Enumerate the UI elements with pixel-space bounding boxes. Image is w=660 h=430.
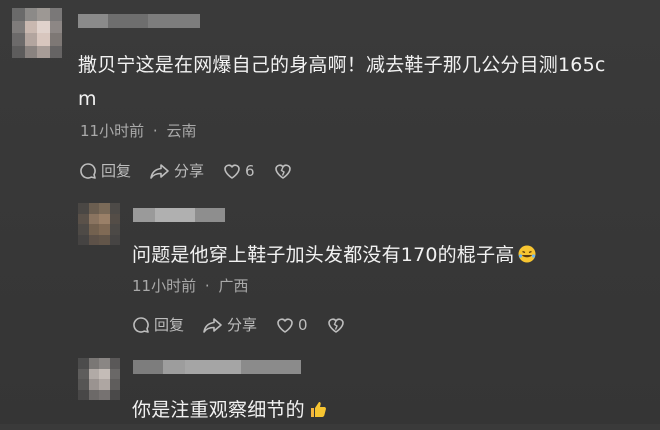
like-count: 6 bbox=[245, 161, 255, 180]
comment-text: 问题是他穿上鞋子加头发都没有170的棍子高 bbox=[132, 238, 652, 275]
meta-separator: · bbox=[204, 277, 210, 295]
username[interactable] bbox=[133, 208, 225, 222]
comment-bubble-icon bbox=[80, 162, 96, 179]
dislike-button[interactable] bbox=[273, 161, 296, 181]
share-label: 分享 bbox=[174, 162, 205, 180]
location: 云南 bbox=[166, 122, 197, 140]
location: 广西 bbox=[218, 277, 249, 295]
avatar[interactable] bbox=[78, 358, 120, 400]
reply-button[interactable]: 回复 bbox=[78, 160, 131, 181]
comment-text: 你是注重观察细节的 bbox=[132, 393, 652, 430]
comment-actions: 回复 分享 6 bbox=[78, 160, 314, 181]
meta-separator: · bbox=[152, 122, 158, 140]
reply-button[interactable]: 回复 bbox=[131, 314, 184, 335]
comment-meta: 11小时前 · 广西 bbox=[132, 276, 248, 296]
like-count: 0 bbox=[298, 315, 308, 334]
share-arrow-icon bbox=[150, 163, 169, 179]
comment-actions: 回复 分享 0 bbox=[131, 314, 367, 335]
avatar[interactable] bbox=[78, 203, 120, 245]
broken-heart-icon bbox=[327, 317, 344, 333]
timestamp: 11小时前 bbox=[80, 122, 145, 140]
heart-icon bbox=[224, 163, 240, 179]
avatar[interactable] bbox=[12, 8, 62, 58]
comment-bubble-icon bbox=[133, 316, 149, 333]
dislike-button[interactable] bbox=[326, 315, 349, 335]
comment-text: 撒贝宁这是在网爆自己的身高啊！减去鞋子那几公分目测165c m bbox=[78, 54, 606, 110]
share-label: 分享 bbox=[227, 316, 258, 334]
username[interactable] bbox=[133, 360, 301, 374]
share-button[interactable]: 分享 bbox=[202, 314, 257, 335]
heart-icon bbox=[277, 317, 293, 333]
reply-label: 回复 bbox=[154, 316, 185, 334]
rofl-emoji bbox=[517, 241, 537, 275]
username[interactable] bbox=[78, 14, 200, 28]
comment-meta: 11小时前 · 云南 bbox=[80, 121, 196, 141]
share-arrow-icon bbox=[203, 317, 222, 333]
share-button[interactable]: 分享 bbox=[149, 160, 204, 181]
like-button[interactable]: 0 bbox=[275, 315, 308, 335]
thumbs-up-emoji bbox=[308, 396, 328, 430]
like-button[interactable]: 6 bbox=[222, 161, 255, 181]
reply-label: 回复 bbox=[101, 162, 132, 180]
timestamp: 11小时前 bbox=[132, 277, 197, 295]
broken-heart-icon bbox=[274, 163, 291, 179]
